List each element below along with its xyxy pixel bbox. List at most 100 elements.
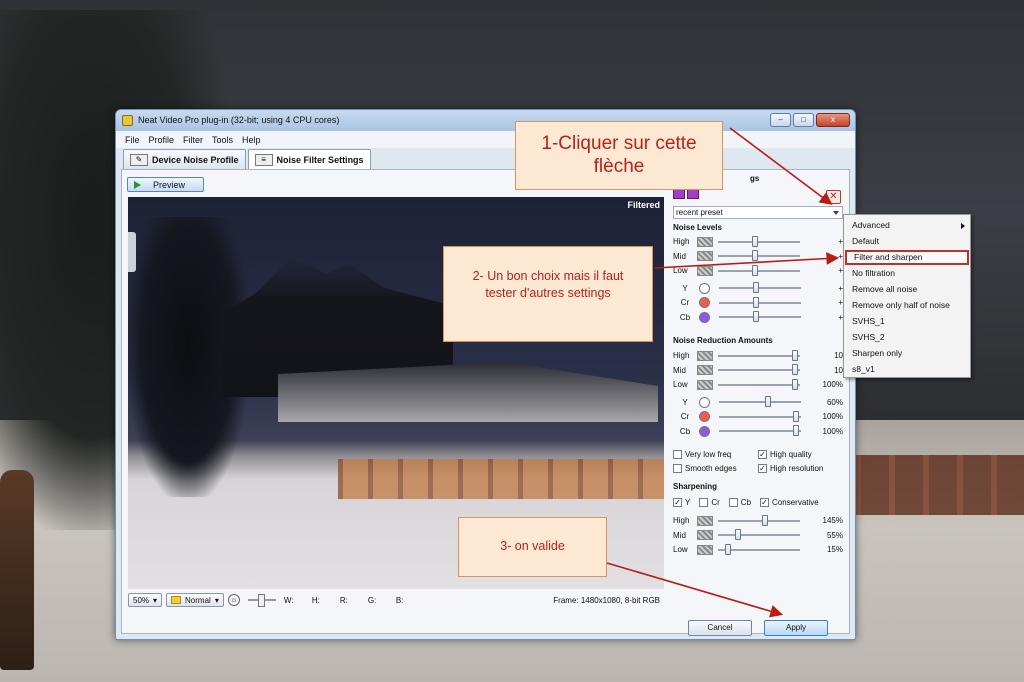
chevron-down-icon[interactable] (833, 211, 839, 215)
noise-level-high-slider[interactable] (718, 235, 800, 247)
noise-level-mid-slider[interactable] (718, 250, 800, 261)
brightness-slider[interactable] (247, 594, 276, 607)
noise-reduction-high-slider-thumb[interactable] (792, 349, 799, 361)
noise-level-low-value: + (838, 266, 843, 275)
noise-level-low-slider-thumb[interactable] (752, 264, 759, 276)
cancel-button[interactable]: Cancel (688, 620, 752, 636)
close-button[interactable]: x (816, 113, 850, 127)
noise-level-mid-slider-thumb[interactable] (752, 250, 759, 261)
zoom-dropdown[interactable]: 50% ▾ (128, 593, 163, 607)
apply-button[interactable]: Apply (764, 620, 828, 636)
checkbox[interactable] (673, 463, 682, 473)
noise-level-cr-slider[interactable] (719, 296, 801, 308)
load-preset-icon[interactable] (687, 189, 699, 199)
noise-level-y-label: Y (682, 283, 688, 293)
checkbox[interactable] (699, 497, 709, 507)
sliders-icon: ≡ (254, 153, 273, 166)
menu-help[interactable]: Help (242, 135, 261, 145)
sharpen-channel-cr[interactable]: Cr (699, 497, 720, 507)
checkbox[interactable]: ✓ (673, 497, 682, 507)
noise-reduction-low-slider-thumb[interactable] (792, 378, 799, 390)
reset-close-icon[interactable]: ✕ (826, 190, 841, 204)
noise-reduction-mid-slider-thumb[interactable] (792, 364, 799, 375)
menu-file[interactable]: File (125, 135, 140, 145)
noise-reduction-cb-slider-thumb[interactable] (793, 425, 800, 436)
checkbox[interactable]: ✓ (758, 449, 767, 459)
sharpening-mid-slider-thumb[interactable] (734, 529, 741, 540)
preset-menu-item-advanced[interactable]: Advanced (845, 218, 969, 233)
sharpening-high-slider-thumb[interactable] (762, 514, 769, 526)
preset-menu-item-sharpen-only[interactable]: Sharpen only (845, 346, 969, 361)
noise-reduction-low-slider[interactable] (718, 378, 800, 390)
sharpening-high-slider[interactable] (718, 514, 800, 526)
option-very-low-freq[interactable]: Very low freq (673, 448, 731, 460)
panel-grip-handle[interactable] (128, 232, 136, 272)
sharpening-mid-slider[interactable] (718, 529, 800, 540)
maximize-button[interactable]: □ (793, 113, 814, 127)
noise-level-low-slider[interactable] (718, 264, 800, 276)
checkbox[interactable]: ✓ (758, 463, 767, 473)
checkbox[interactable]: ✓ (760, 497, 770, 507)
play-icon (134, 180, 141, 189)
option-high-resolution[interactable]: ✓ High resolution (758, 462, 823, 474)
noise-level-y-value: + (838, 283, 843, 293)
noise-level-cr-slider-thumb[interactable] (753, 296, 760, 308)
noise-reduction-high-slider[interactable] (718, 349, 800, 361)
noise-reduction-mid-slider[interactable] (718, 364, 800, 375)
menu-profile[interactable]: Profile (149, 135, 175, 145)
noise-level-cb-slider-thumb[interactable] (753, 311, 760, 322)
preset-menu-item-remove-only-half-of-noise[interactable]: Remove only half of noise (845, 298, 969, 313)
menu-filter[interactable]: Filter (183, 135, 203, 145)
preset-dropdown[interactable]: recent preset (673, 206, 843, 219)
preset-menu-item-s8-v1[interactable]: s8_v1 (845, 362, 969, 377)
noise-reduction-cb-label: Cb (679, 426, 691, 436)
noise-reduction-cr-label: Cr (680, 412, 690, 421)
filter-settings-panel: gs ✕ recent preset Noise Levels High + Mid… (670, 172, 847, 592)
dialog-buttons: Cancel Apply (688, 620, 828, 636)
preview-button[interactable]: Preview (127, 177, 204, 192)
tab-noise-filter-settings[interactable]: ≡ Noise Filter Settings (247, 149, 371, 169)
option-high-quality[interactable]: ✓ High quality (758, 448, 812, 460)
noise-reduction-cr-slider[interactable] (719, 410, 801, 422)
noise-level-cb-row: Cb + (673, 311, 843, 324)
noise-reduction-y-slider-thumb[interactable] (764, 396, 771, 407)
preset-menu-item-no-filtration[interactable]: No filtration (845, 266, 969, 281)
option-smooth-edges[interactable]: Smooth edges (673, 462, 737, 474)
noise-reduction-cr-slider-thumb[interactable] (793, 410, 800, 422)
title-bar[interactable]: Neat Video Pro plug-in (32-bit; using 4 … (116, 110, 855, 131)
view-mode-value: Normal (185, 595, 211, 605)
sharpen-channel-cb[interactable]: Cb (728, 497, 751, 507)
save-preset-icon[interactable] (673, 189, 685, 199)
preset-menu-item-remove-all-noise[interactable]: Remove all noise (845, 282, 969, 297)
minimize-button[interactable]: – (770, 113, 791, 127)
checkbox[interactable] (673, 449, 682, 459)
sharpen-channel-conservative[interactable]: ✓ Conservative (760, 497, 819, 507)
preset-menu-item-svhs-2[interactable]: SVHS_2 (845, 330, 969, 345)
preset-menu-item-svhs-1[interactable]: SVHS_1 (845, 314, 969, 329)
noise-level-high-slider-thumb[interactable] (752, 235, 759, 247)
noise-reduction-cb-slider[interactable] (719, 425, 801, 436)
preset-menu-item-default[interactable]: Default (845, 234, 969, 249)
noise-level-cr-label: Cr (680, 298, 690, 307)
noise-level-cb-color-icon (699, 311, 710, 323)
menu-tools[interactable]: Tools (212, 135, 233, 145)
view-mode-dropdown[interactable]: Normal ▾ (166, 593, 224, 607)
noise-reduction-y-slider[interactable] (719, 396, 801, 407)
callout-step-2: 2- Un bon choix mais il faut tester d'au… (443, 246, 653, 342)
noise-level-y-slider[interactable] (719, 282, 801, 293)
sharpen-channel-y[interactable]: ✓ Y (673, 497, 690, 507)
noise-reduction-y-label: Y (682, 397, 688, 407)
callout-step-1: 1-Cliquer sur cette flèche (515, 121, 723, 190)
preset-menu-item-filter-and-sharpen[interactable]: Filter and sharpen (845, 250, 969, 265)
tab-device-noise-profile[interactable]: ✎ Device Noise Profile (123, 149, 246, 169)
sharpening-low-slider-thumb[interactable] (724, 543, 731, 555)
tab-label: Noise Filter Settings (276, 154, 364, 165)
noise-reduction-low-pattern-icon (697, 379, 713, 390)
checkbox[interactable] (728, 497, 738, 507)
brightness-icon[interactable]: ☼ (227, 594, 240, 606)
noise-level-y-row: Y + (673, 282, 843, 295)
noise-level-y-slider-thumb[interactable] (753, 282, 760, 293)
noise-reduction-y-color-icon (699, 396, 710, 408)
sharpening-low-slider[interactable] (718, 543, 800, 555)
noise-level-cb-slider[interactable] (719, 311, 801, 322)
